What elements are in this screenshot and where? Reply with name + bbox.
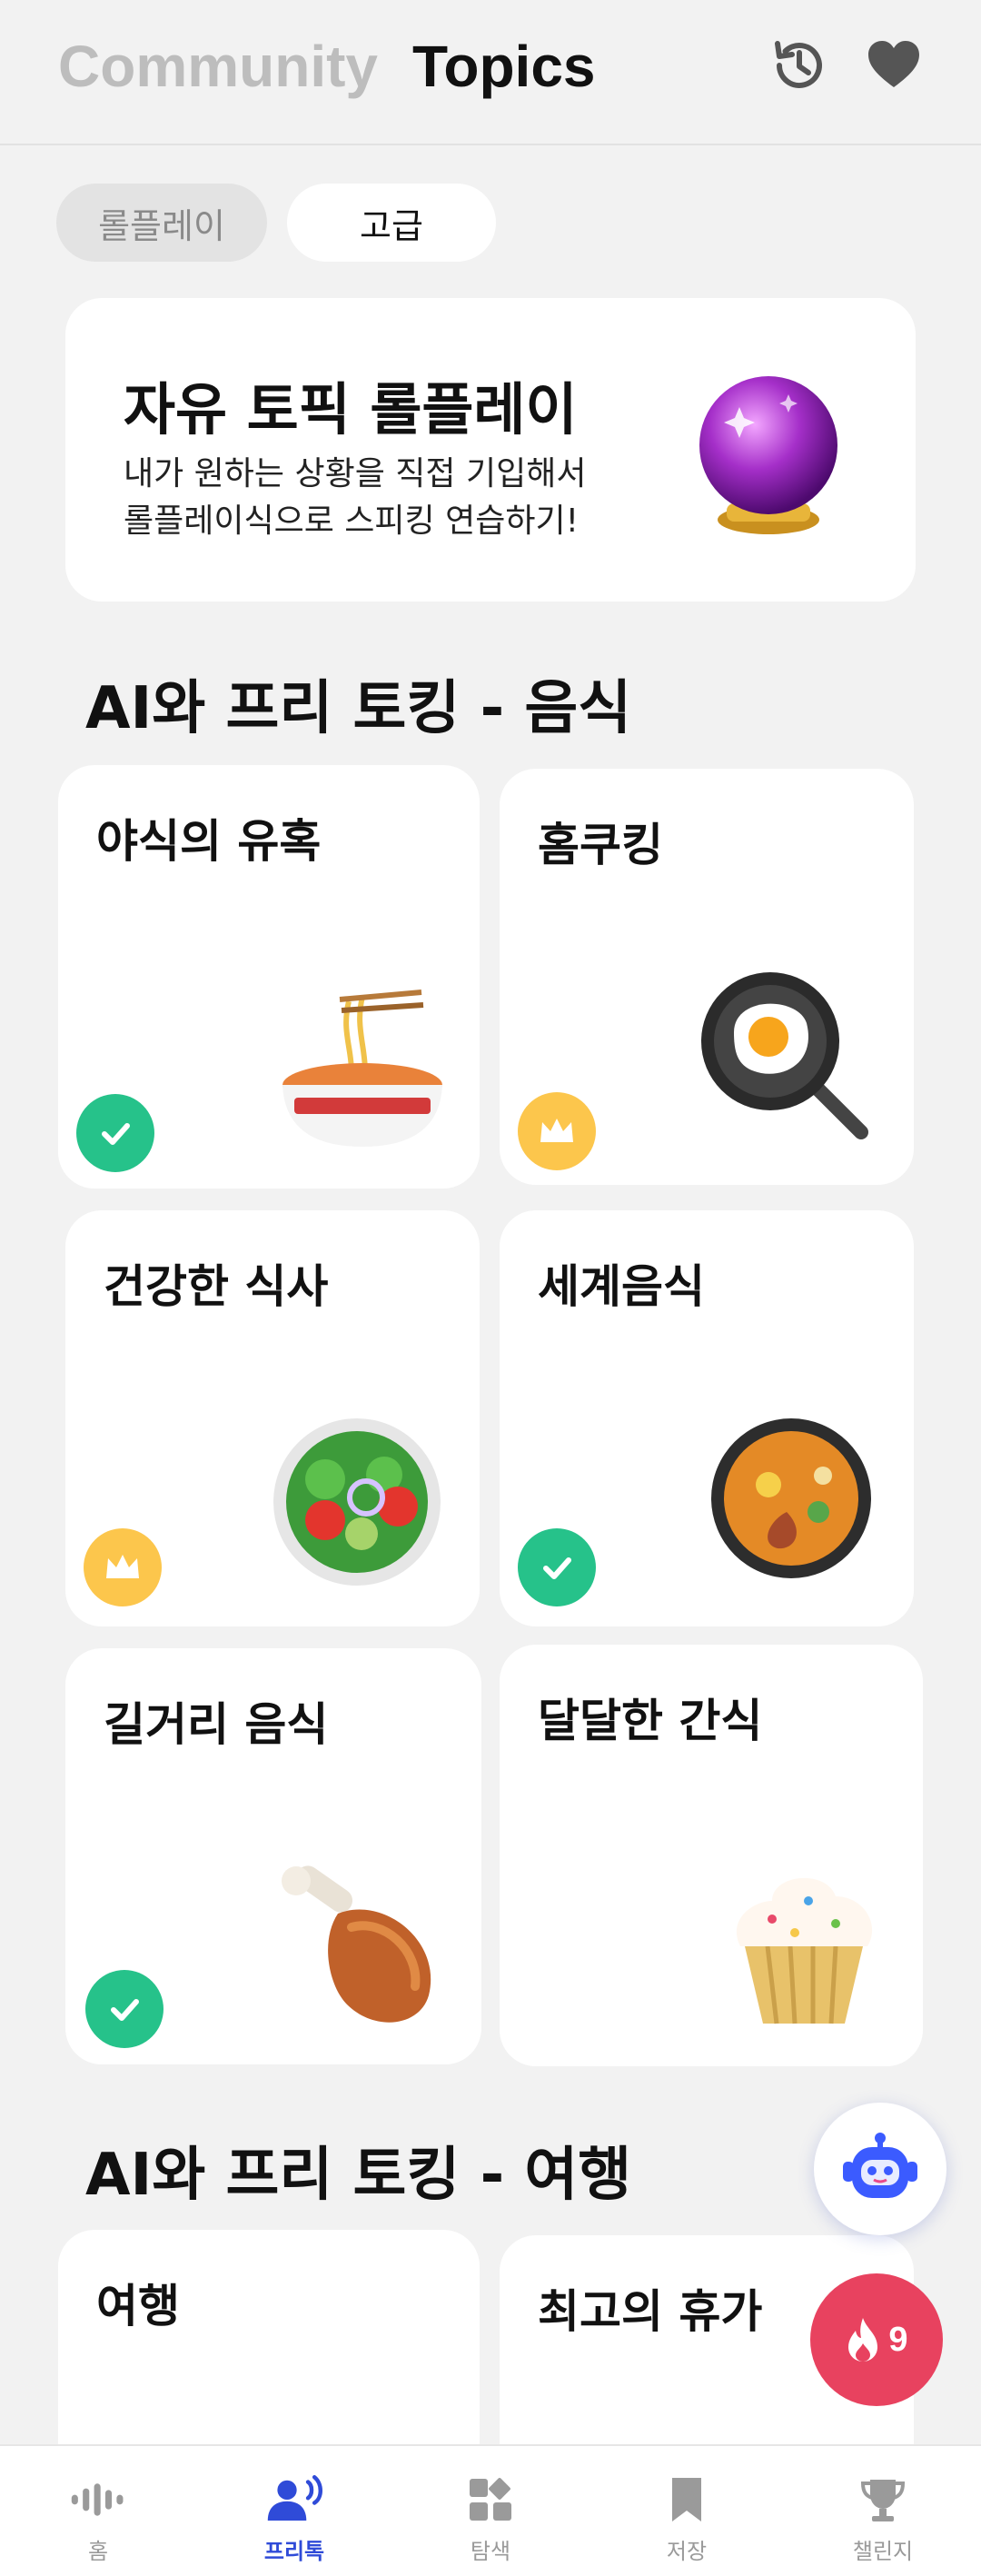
top-header: Community Topics	[0, 0, 981, 145]
grid-icon	[462, 2473, 519, 2526]
topic-card-late-night-snack[interactable]: 야식의 유혹	[58, 765, 480, 1189]
salad-icon	[271, 1416, 443, 1588]
banner-description: 내가 원하는 상황을 직접 기입해서 롤플레이식으로 스피킹 연습하기!	[124, 455, 587, 540]
card-title: 길거리 음식	[104, 1698, 329, 1751]
bookmark-icon	[659, 2473, 715, 2526]
trophy-icon	[855, 2473, 911, 2526]
topic-card-healthy-meal[interactable]: 건강한 식사	[65, 1210, 480, 1626]
flame-icon	[848, 2318, 878, 2362]
nav-item-saved[interactable]: 저장	[589, 2446, 785, 2576]
streak-count: 9	[888, 2320, 908, 2359]
card-title: 최고의 휴가	[538, 2285, 763, 2338]
speaking-person-icon	[266, 2473, 322, 2526]
free-topic-roleplay-banner[interactable]: 자유 토픽 롤플레이 내가 원하는 상황을 직접 기입해서 롤플레이식으로 스피…	[65, 298, 916, 602]
banner-title: 자유 토픽 롤플레이	[124, 376, 578, 443]
card-title: 홈쿠킹	[538, 819, 663, 871]
filter-chip-roleplay[interactable]: 롤플레이	[56, 184, 267, 262]
premium-crown-badge	[518, 1092, 596, 1170]
nav-label: 챌린지	[852, 2539, 914, 2564]
nav-label: 프리톡	[263, 2539, 325, 2564]
topic-card-home-cooking[interactable]: 홈쿠킹	[500, 769, 914, 1185]
card-title: 건강한 식사	[104, 1260, 329, 1313]
cupcake-icon	[718, 1855, 890, 2028]
filter-chip-advanced[interactable]: 고급	[287, 184, 496, 262]
topic-card-world-food[interactable]: 세계음식	[500, 1210, 914, 1626]
audio-wave-icon	[70, 2473, 126, 2526]
section-title-food: AI와 프리 토킹 - 음식	[85, 675, 632, 742]
nav-item-free-talk[interactable]: 프리톡	[196, 2446, 392, 2576]
nav-item-challenge[interactable]: 챌린지	[785, 2446, 981, 2576]
card-title: 여행	[96, 2280, 180, 2332]
premium-crown-badge	[84, 1528, 162, 1606]
chicken-leg-icon	[274, 1859, 447, 2032]
robot-icon	[843, 2133, 917, 2198]
tab-topics[interactable]: Topics	[412, 33, 596, 100]
section-title-travel: AI와 프리 토킹 - 여행	[85, 2142, 632, 2209]
completed-check-badge	[76, 1094, 154, 1172]
card-title: 야식의 유혹	[96, 815, 322, 868]
nav-item-home[interactable]: 홈	[0, 2446, 196, 2576]
nav-label: 저장	[666, 2539, 708, 2564]
completed-check-badge	[85, 1970, 164, 2048]
bottom-navigation: 홈 프리톡 탐색 저장 챌린지	[0, 2444, 981, 2576]
paella-pan-icon	[705, 1412, 877, 1585]
nav-item-explore[interactable]: 탐색	[392, 2446, 589, 2576]
card-title: 달달한 간식	[538, 1695, 763, 1747]
nav-label: 탐색	[470, 2539, 511, 2564]
tab-community[interactable]: Community	[58, 33, 378, 100]
frying-pan-egg-icon	[698, 969, 870, 1141]
nav-label: 홈	[87, 2539, 109, 2564]
heart-icon[interactable]	[865, 36, 923, 94]
card-title: 세계음식	[538, 1260, 705, 1313]
topic-card-sweet-snack[interactable]: 달달한 간식	[500, 1645, 923, 2066]
completed-check-badge	[518, 1528, 596, 1606]
streak-button[interactable]: 9	[810, 2273, 943, 2406]
noodle-bowl-icon	[276, 983, 449, 1156]
history-icon[interactable]	[768, 36, 827, 94]
topic-card-street-food[interactable]: 길거리 음식	[65, 1648, 481, 2064]
crystal-ball-icon	[687, 367, 850, 540]
ai-bot-button[interactable]	[814, 2103, 946, 2235]
